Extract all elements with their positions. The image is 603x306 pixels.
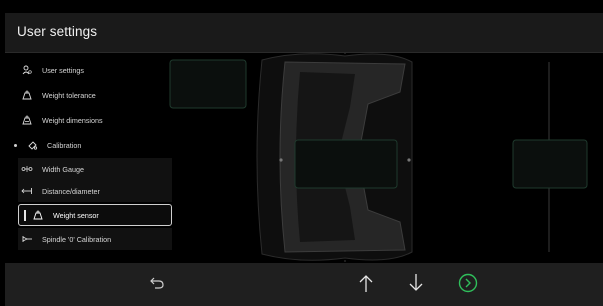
menu-item-label: Weight sensor: [53, 210, 99, 220]
distance-diameter-icon: [18, 184, 36, 198]
menu-item-label: Calibration: [47, 140, 82, 150]
screen: User settings User settings Weight toler…: [0, 0, 603, 306]
menu-item-label: Weight dimensions: [42, 115, 103, 125]
menu-item-calibration[interactable]: Calibration: [10, 134, 164, 156]
arrow-up-button[interactable]: [355, 274, 377, 296]
menu-item-label: User settings: [42, 65, 84, 75]
menu-item-distance-diameter[interactable]: Distance/diameter: [18, 180, 172, 202]
user-settings-icon: [18, 63, 36, 77]
weight-dimensions-icon: [18, 113, 36, 127]
menu-item-weight-sensor[interactable]: Weight sensor: [18, 204, 172, 226]
menu-item-spindle-calibration[interactable]: Spindle '0' Calibration: [18, 228, 172, 250]
menu-item-weight-tolerance[interactable]: Weight tolerance: [18, 84, 172, 106]
settings-menu: User settings Weight tolerance Weight di…: [14, 58, 174, 256]
title-bar: User settings: [5, 13, 603, 53]
width-gauge-icon: [18, 162, 36, 176]
back-icon: [149, 276, 165, 295]
selection-indicator: [24, 210, 26, 221]
next-circle-icon: [458, 273, 478, 298]
arrow-down-button[interactable]: [405, 273, 427, 298]
next-button[interactable]: [457, 273, 479, 298]
menu-item-label: Spindle '0' Calibration: [42, 234, 112, 244]
calibration-icon: [23, 138, 41, 152]
weight-tolerance-icon: [18, 88, 36, 102]
bottom-toolbar: [5, 263, 603, 306]
weight-sensor-icon: [29, 208, 47, 222]
menu-item-width-gauge[interactable]: Width Gauge: [18, 158, 172, 180]
page-title: User settings: [17, 24, 98, 39]
arrow-down-icon: [408, 273, 424, 298]
back-button[interactable]: [146, 274, 168, 296]
spindle-calibration-icon: [18, 232, 36, 246]
menu-item-label: Width Gauge: [42, 164, 84, 174]
arrow-up-icon: [358, 273, 374, 298]
expand-bullet-icon: [14, 143, 17, 147]
menu-item-label: Weight tolerance: [42, 90, 96, 100]
menu-item-label: Distance/diameter: [42, 186, 100, 196]
menu-item-weight-dimensions[interactable]: Weight dimensions: [18, 109, 172, 131]
menu-item-user-settings[interactable]: User settings: [18, 59, 172, 81]
